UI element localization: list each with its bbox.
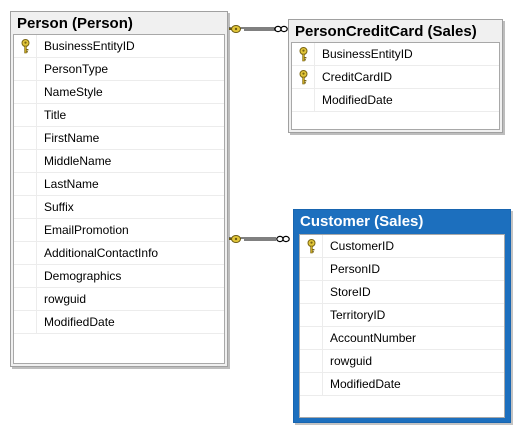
key-icon — [229, 25, 241, 33]
key-icon — [229, 235, 241, 243]
relationship-lines — [229, 25, 290, 243]
infinity-icon — [274, 25, 288, 33]
infinity-icon — [276, 235, 290, 243]
relationship-customer[interactable] — [229, 235, 290, 243]
relationship-person-credit-card[interactable] — [229, 25, 288, 33]
